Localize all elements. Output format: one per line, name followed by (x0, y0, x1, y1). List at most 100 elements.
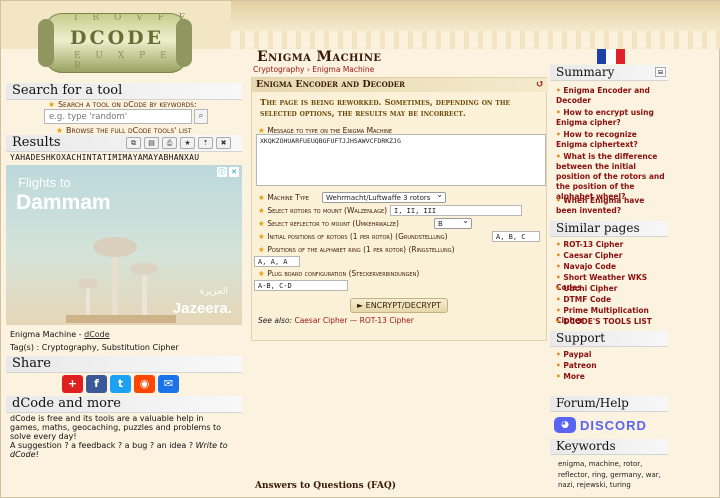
keywords-heading: Keywords (550, 439, 668, 455)
ad-info-icon[interactable]: ⓘ (217, 167, 227, 177)
support-heading: Support (550, 331, 668, 347)
share-buttons: + f t ◉ ✉ (62, 375, 179, 393)
similar-item[interactable]: DTMF Code (556, 295, 666, 305)
similar-item[interactable]: DCODE'S TOOLS LIST (556, 317, 666, 327)
pin-icon[interactable]: ⇡ (198, 137, 213, 149)
results-heading-label: Results (12, 135, 61, 150)
similar-item[interactable]: ROT-13 Cipher (556, 240, 666, 250)
summary-heading-label: Summary (556, 65, 615, 79)
logo-row-bottom: E U X P E R (74, 51, 173, 71)
french-flag-icon[interactable] (597, 49, 625, 64)
collapse-icon[interactable]: ⊟ (655, 67, 666, 77)
similar-item[interactable]: Caesar Cipher (556, 251, 666, 261)
summary-item[interactable]: When Enigma have been invented? (556, 196, 666, 216)
summary-item[interactable]: How to encrypt using Enigma cipher? (556, 108, 666, 128)
summary-heading: Summary ⊟ (550, 65, 668, 81)
support-item[interactable]: Paypal (556, 350, 666, 360)
ring-positions-input[interactable]: A, A, A (254, 256, 300, 267)
star-icon[interactable]: ★ (180, 137, 195, 149)
more-line5-suffix: ! (35, 450, 39, 459)
support-item[interactable]: More (556, 372, 666, 382)
twitter-icon[interactable]: t (110, 375, 131, 393)
rework-warning: The page is being reworked. Sometimes, d… (260, 98, 511, 119)
write-to-link[interactable]: Write to (196, 441, 228, 450)
dcode-link[interactable]: dCode (84, 330, 110, 339)
similar-item[interactable]: Ubchi Cipher (556, 284, 666, 294)
advertisement[interactable]: ⓘ ✕ Flights to Dammam الجزيرة Jazeera. (6, 165, 242, 325)
tool-name-prefix: Enigma Machine - (10, 330, 85, 339)
see-also-prefix: See also: (258, 316, 293, 325)
plus-icon[interactable]: + (62, 375, 83, 393)
ring-positions-label: ★ Positions of the alphabet ring (1 per … (258, 245, 455, 254)
flag-white-band (606, 49, 616, 64)
reddit-icon[interactable]: ◉ (134, 375, 155, 393)
more-line3: solve every day! (10, 432, 77, 441)
encrypt-decrypt-button[interactable]: ► ENCRYPT/DECRYPT (350, 298, 448, 313)
page: I R O V F E DCODE E U X P E R Search for… (0, 0, 720, 498)
ad-line2: Dammam (16, 191, 111, 214)
logo-row-top: I R O V F E (74, 13, 192, 23)
email-icon[interactable]: ✉ (158, 375, 179, 393)
tags-line: Tag(s) : Cryptography, Substitution Ciph… (10, 343, 179, 352)
panel-title: Enigma Encoder and Decoder ↺ (252, 78, 548, 92)
tags-value[interactable]: Cryptography, Substitution Cipher (42, 343, 179, 352)
logo-text: DCODE (70, 27, 165, 49)
browse-tools-link[interactable]: ★ Browse the full dCode tools' list (56, 126, 191, 135)
facebook-icon[interactable]: f (86, 375, 107, 393)
encoder-panel: Enigma Encoder and Decoder ↺ The page is … (251, 77, 548, 341)
right-column: Summary ⊟ Enigma Encoder and Decoder How … (550, 65, 668, 498)
save-icon[interactable]: ▤ (144, 137, 159, 149)
keywords-list: enigma, machine, rotor, reflector, ring,… (558, 460, 661, 489)
search-input[interactable] (44, 109, 192, 124)
flag-blue-band (597, 49, 607, 64)
panel-title-label: Enigma Encoder and Decoder (256, 79, 405, 90)
browse-tools-label: Browse the full dCode tools' list (65, 126, 192, 135)
water-tower-illustration (66, 237, 176, 323)
similar-item[interactable]: Navajo Code (556, 262, 666, 272)
reflector-select[interactable]: B (434, 216, 472, 229)
discord-label: DISCORD (580, 417, 647, 433)
rotors-input[interactable]: I, II, III (390, 205, 522, 216)
see-also-links[interactable]: Caesar Cipher — ROT-13 Cipher (294, 316, 413, 325)
refresh-icon[interactable]: ↺ (536, 78, 544, 92)
breadcrumb[interactable]: Cryptography › Enigma Machine (253, 65, 374, 74)
copy-icon[interactable]: ⧉ (126, 137, 141, 149)
ad-close-icon[interactable]: ✕ (229, 167, 239, 177)
plugboard-input[interactable]: A-B, C-D (254, 280, 348, 291)
results-toolbar: ⧉ ▤ ⎙ ★ ⇡ ✖ (126, 137, 231, 149)
search-tool-link-label: Search a tool on dCode by keywords: (57, 100, 197, 109)
print-icon[interactable]: ⎙ (162, 137, 177, 149)
forum-heading: Forum/Help (550, 396, 668, 412)
close-icon[interactable]: ✖ (216, 137, 231, 149)
logo-cylinder-left-cap (38, 19, 54, 67)
write-to-dcode-link[interactable]: dCode (10, 450, 36, 459)
left-column: I R O V F E DCODE E U X P E R Search for… (6, 1, 242, 498)
dcode-logo[interactable]: I R O V F E DCODE E U X P E R (34, 5, 194, 77)
machine-type-select[interactable]: Wehrmacht/Luftwaffe 3 rotors (322, 190, 446, 203)
share-heading: Share (6, 356, 242, 373)
initial-positions-label: ★ Initial positions of rotors (1 per rot… (258, 232, 448, 241)
rotors-label: ★ Select rotors to mount (Walzenlage) (258, 206, 388, 215)
support-item[interactable]: Patreon (556, 361, 666, 371)
summary-item[interactable]: What is the difference between the initi… (556, 152, 666, 202)
more-heading: dCode and more (6, 396, 242, 413)
discord-icon: ◕ (554, 417, 576, 433)
page-title: Enigma Machine (257, 49, 382, 65)
main-content: Enigma Machine Cryptography › Enigma Mac… (249, 41, 625, 498)
initial-positions-input[interactable]: A, B, C (492, 231, 540, 242)
search-tool-heading: Search for a tool (6, 83, 242, 100)
discord-link[interactable]: ◕ DISCORD (554, 417, 647, 433)
search-tool-link[interactable]: ★ Search a tool on dCode by keywords: (48, 100, 197, 109)
search-icon[interactable]: ⌕ (194, 109, 208, 124)
initial-positions-label-text: Initial positions of rotors (1 per rotor… (267, 232, 448, 241)
summary-item[interactable]: How to recognize Enigma ciphertext? (556, 130, 666, 150)
ad-controls: ⓘ ✕ (217, 167, 239, 177)
more-line1: dCode is free and its tools are a valuab… (10, 414, 204, 423)
summary-item[interactable]: Enigma Encoder and Decoder (556, 86, 666, 106)
more-line2: games, maths, geocaching, puzzles and pr… (10, 423, 222, 432)
machine-type-label: ★ Machine Type (258, 193, 309, 202)
similar-heading: Similar pages (550, 221, 668, 237)
ring-positions-label-text: Positions of the alphabet ring (1 per ro… (267, 245, 455, 254)
message-textarea[interactable]: XKQKZOHUARFUEUQBGFUFTJJHSAWVCFDRKZJG (256, 134, 546, 186)
tool-name-line: Enigma Machine - dCode (10, 330, 110, 339)
